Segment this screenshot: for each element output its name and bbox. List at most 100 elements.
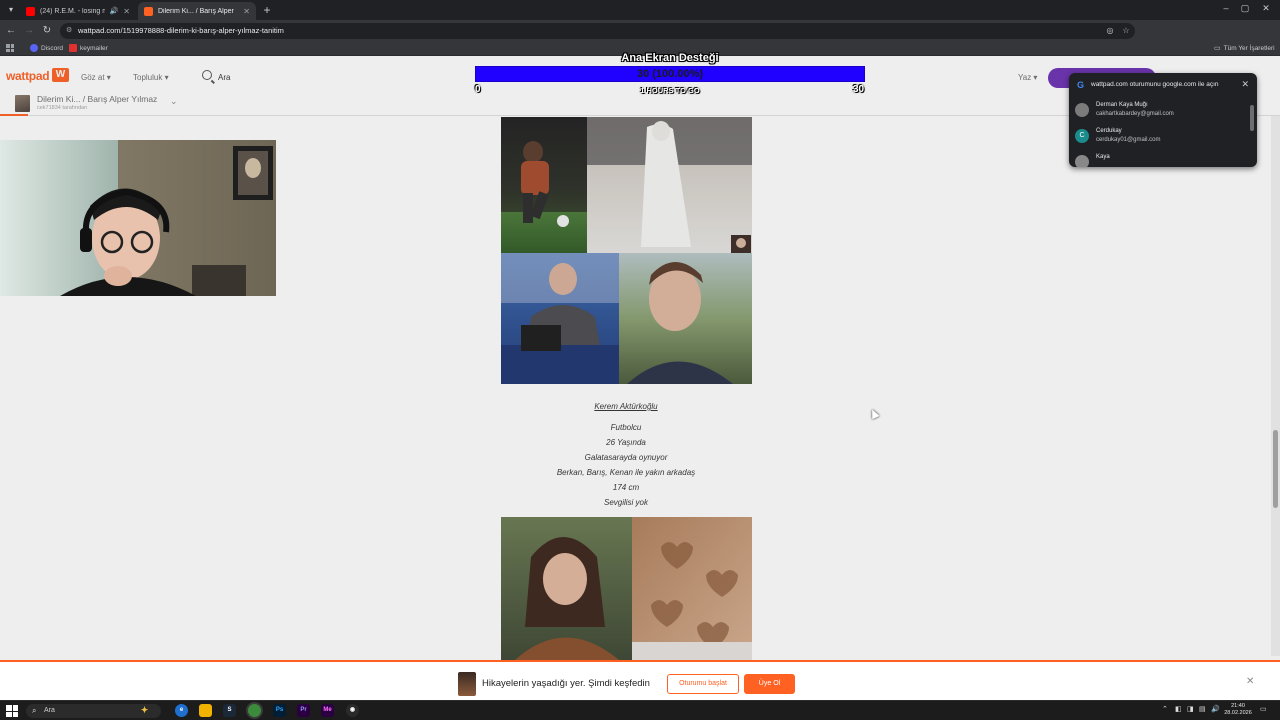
- account-name: Derman Kaya Muğı: [1096, 102, 1148, 108]
- profile-line: 174 cm: [612, 483, 640, 492]
- account-name: Kaya: [1096, 154, 1110, 160]
- banner-thumbnail: [458, 672, 476, 696]
- taskbar-search-label: Ara: [44, 707, 55, 714]
- edge-icon[interactable]: e: [175, 704, 188, 717]
- search-icon[interactable]: [202, 70, 212, 80]
- reload-icon[interactable]: ↻: [40, 24, 54, 38]
- keymailer-icon: [69, 44, 77, 52]
- windows-start-icon[interactable]: [6, 705, 18, 717]
- nav-community[interactable]: Topluluk ▾: [133, 73, 169, 82]
- profile-name: Kerem Aktürkoğlu: [594, 402, 658, 411]
- bookmark-label: Tüm Yer İşaretleri: [1223, 44, 1275, 52]
- screen: ▾ (24) R.E.M. - losing my relig 🔊 ✕ Dile…: [0, 0, 1280, 720]
- wattpad-logo-icon[interactable]: W: [52, 68, 69, 82]
- account-row[interactable]: C Cerdukay cerdukay01@gmail.com: [1075, 126, 1243, 150]
- close-icon[interactable]: ✕: [1246, 676, 1254, 687]
- forward-icon[interactable]: →: [22, 24, 36, 38]
- profile-line: 26 Yaşında: [606, 438, 646, 447]
- login-button[interactable]: Oturumu başlat: [667, 674, 739, 694]
- goal-time-left: 1 HOURS TO GO: [640, 86, 700, 95]
- close-icon[interactable]: ✕: [123, 7, 130, 16]
- nav-write[interactable]: Yaz ▾: [1018, 73, 1037, 82]
- eye-off-icon[interactable]: ◎: [1105, 26, 1115, 36]
- chrome-icon[interactable]: [248, 704, 261, 717]
- all-bookmarks[interactable]: ▭ Tüm Yer İşaretleri: [1214, 44, 1275, 53]
- search-input[interactable]: Ara: [218, 73, 230, 82]
- close-icon[interactable]: ✕: [243, 7, 250, 16]
- close-window-button[interactable]: ✕: [1258, 3, 1274, 14]
- network-icon[interactable]: ▤: [1199, 705, 1206, 713]
- popup-scrollbar[interactable]: [1250, 105, 1254, 131]
- google-signin-popup: G wattpad.com oturumunu google.com ile a…: [1069, 73, 1257, 167]
- scrollbar-thumb[interactable]: [1273, 430, 1278, 508]
- close-icon[interactable]: ✕: [1241, 79, 1249, 90]
- apps-grid-icon[interactable]: [6, 44, 14, 52]
- tab-wattpad[interactable]: Dilerim Ki... / Barış Alper Yılmaz ✕: [138, 2, 256, 20]
- chevron-down-icon[interactable]: ⌄: [170, 96, 178, 107]
- account-email: cerdukay01@gmail.com: [1096, 137, 1161, 143]
- new-tab-button[interactable]: +: [260, 3, 274, 17]
- avatar: [1075, 103, 1089, 117]
- account-email: cakhartkabardey@gmail.com: [1096, 111, 1174, 117]
- tab-search-icon[interactable]: ▾: [4, 3, 18, 17]
- obs-icon[interactable]: ◉: [346, 704, 359, 717]
- steam-icon[interactable]: S: [223, 704, 236, 717]
- maximize-button[interactable]: ▢: [1237, 3, 1253, 14]
- photoshop-icon[interactable]: Ps: [273, 704, 286, 717]
- site-info-icon[interactable]: ⚙: [66, 26, 74, 36]
- avatar: C: [1075, 129, 1089, 143]
- search-icon: ⌕: [32, 706, 37, 715]
- signup-banner: Hikayelerin yaşadığı yer. Şimdi keşfedin…: [0, 660, 1280, 700]
- volume-icon[interactable]: 🔊: [1211, 705, 1220, 713]
- speaker-icon[interactable]: 🔊: [110, 7, 119, 15]
- story-cover[interactable]: [15, 95, 30, 112]
- profile-line: Sevgilisi yok: [603, 498, 648, 507]
- google-icon: G: [1077, 80, 1085, 90]
- bookmark-discord[interactable]: Discord: [30, 44, 63, 52]
- bookmark-label: Discord: [41, 44, 64, 52]
- banner-text: Hikayelerin yaşadığı yer. Şimdi keşfedin: [482, 678, 650, 689]
- goal-progress-bar: 30 (100.00%): [475, 66, 865, 82]
- wattpad-logo[interactable]: wattpad: [6, 69, 50, 83]
- account-row[interactable]: Kaya: [1075, 152, 1243, 167]
- account-name: Cerdukay: [1096, 128, 1122, 134]
- account-row[interactable]: Derman Kaya Muğı cakhartkabardey@gmail.c…: [1075, 100, 1243, 124]
- page-scrollbar[interactable]: [1271, 116, 1280, 656]
- omnibox[interactable]: ⚙ wattpad.com/1519978888-dilerim-ki-barı…: [60, 23, 1135, 39]
- taskbar-clock[interactable]: 21:40 28.02.2026: [1222, 703, 1254, 717]
- tab-label: (24) R.E.M. - losing my relig: [40, 7, 105, 15]
- signup-button[interactable]: Üye Ol: [744, 674, 795, 694]
- avatar: [1075, 155, 1089, 167]
- notification-icon[interactable]: ▭: [1260, 705, 1267, 713]
- collage-image-2: [501, 517, 752, 660]
- tray-app-icon[interactable]: ◧: [1175, 705, 1182, 713]
- wattpad-icon: [144, 6, 153, 16]
- goal-progress-text: 30 (100.00%): [636, 68, 704, 80]
- youtube-icon: [26, 6, 35, 16]
- premiere-icon[interactable]: Pr: [297, 704, 310, 717]
- address-bar: ← → ↻ ⚙ wattpad.com/1519978888-dilerim-k…: [0, 20, 1280, 55]
- nav-browse[interactable]: Göz at ▾: [81, 73, 111, 82]
- clock-date: 28.02.2026: [1224, 710, 1252, 716]
- url-text[interactable]: wattpad.com/1519978888-dilerim-ki-barış-…: [78, 26, 284, 35]
- clock-time: 21:40: [1231, 703, 1245, 709]
- tray-app-icon[interactable]: ◨: [1187, 705, 1194, 713]
- file-explorer-icon[interactable]: [199, 704, 212, 717]
- popup-title: wattpad.com oturumunu google.com ile açı…: [1091, 81, 1219, 88]
- tab-youtube[interactable]: (24) R.E.M. - losing my relig 🔊 ✕: [20, 2, 136, 20]
- bookmark-keymailer[interactable]: keymailer: [69, 44, 108, 52]
- tray-chevron-icon[interactable]: ⌃: [1162, 705, 1168, 713]
- media-encoder-icon[interactable]: Me: [321, 704, 334, 717]
- star-icon[interactable]: ☆: [1121, 26, 1131, 36]
- copilot-icon[interactable]: ✦: [138, 704, 151, 717]
- story-author[interactable]: cek71834 tarafından: [37, 105, 87, 111]
- story-title[interactable]: Dilerim Ki... / Barış Alper Yılmaz: [37, 94, 157, 104]
- tab-label: Dilerim Ki... / Barış Alper Yılmaz: [158, 7, 236, 15]
- taskbar: ⌕ Ara ✦ e S Ps Pr Me ◉ ⌃ ◧ ◨ ▤ 🔊 21:40 2…: [0, 700, 1280, 720]
- tab-strip: ▾ (24) R.E.M. - losing my relig 🔊 ✕ Dile…: [0, 0, 1280, 20]
- minimize-button[interactable]: –: [1218, 3, 1234, 13]
- bookmark-label: keymailer: [80, 44, 108, 52]
- profile-line: Futbolcu: [610, 423, 642, 432]
- goal-title: Ana Ekran Desteği: [621, 52, 719, 64]
- back-icon[interactable]: ←: [4, 24, 18, 38]
